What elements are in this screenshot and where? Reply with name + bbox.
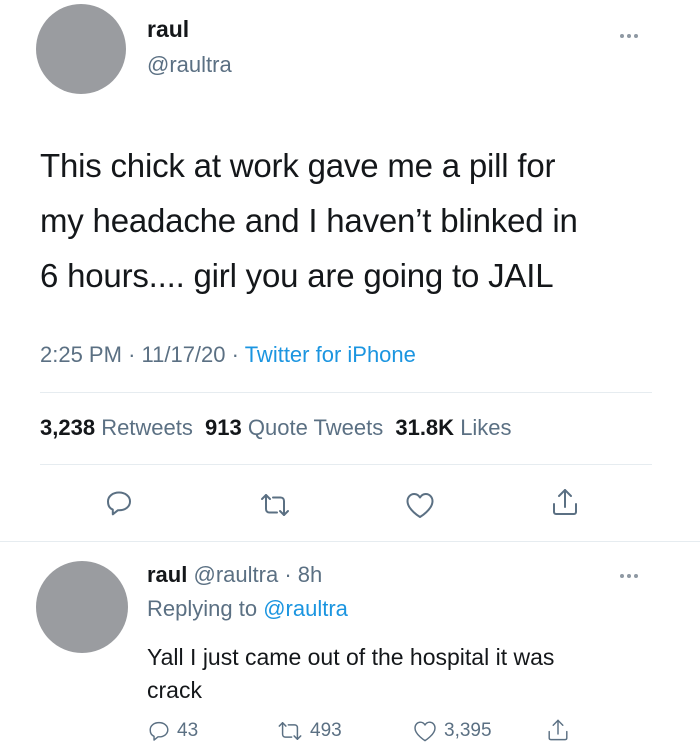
quote-tweets-stat[interactable]: 913 Quote Tweets bbox=[205, 415, 389, 440]
retweet-icon[interactable] bbox=[258, 491, 292, 519]
likes-stat[interactable]: 31.8K Likes bbox=[395, 415, 511, 440]
like-icon[interactable] bbox=[404, 490, 436, 520]
replying-to: Replying to @raultra bbox=[147, 596, 348, 622]
meta-separator: · bbox=[128, 342, 136, 367]
main-tweet-handle[interactable]: @raultra bbox=[147, 52, 232, 78]
reply-tweet-text: Yall I just came out of the hospital it … bbox=[147, 641, 554, 707]
main-tweet-text-line: This chick at work gave me a pill for bbox=[40, 147, 556, 184]
main-tweet-more-icon[interactable] bbox=[620, 34, 638, 38]
reply-tweet-display-name[interactable]: raul bbox=[147, 562, 187, 587]
retweets-stat[interactable]: 3,238 Retweets bbox=[40, 415, 199, 440]
reply-tweet-handle[interactable]: @raultra bbox=[193, 562, 278, 587]
retweet-count: 493 bbox=[310, 720, 342, 741]
retweet-icon bbox=[276, 719, 304, 743]
reply-tweet-age[interactable]: 8h bbox=[298, 562, 322, 587]
likes-count: 31.8K bbox=[395, 415, 455, 440]
divider bbox=[40, 464, 652, 465]
retweets-label: Retweets bbox=[101, 415, 193, 440]
main-tweet-date[interactable]: 11/17/20 bbox=[142, 342, 226, 367]
reply-icon bbox=[147, 719, 171, 743]
quote-tweets-label: Quote Tweets bbox=[247, 415, 384, 440]
share-icon[interactable] bbox=[546, 717, 570, 743]
divider bbox=[0, 541, 700, 542]
main-tweet-time[interactable]: 2:25 PM bbox=[40, 342, 122, 367]
main-tweet-meta: 2:25 PM · 11/17/20 · Twitter for iPhone bbox=[40, 342, 416, 368]
retweets-count: 3,238 bbox=[40, 415, 96, 440]
like-icon bbox=[412, 719, 438, 743]
replying-to-prefix: Replying to bbox=[147, 596, 258, 621]
reply-count: 43 bbox=[177, 720, 199, 741]
likes-label: Likes bbox=[460, 415, 512, 440]
divider bbox=[40, 392, 652, 393]
reply-action-like[interactable]: 3,395 bbox=[412, 719, 492, 743]
reply-tweet-text-line: Yall I just came out of the hospital it … bbox=[147, 644, 555, 670]
reply-action-reply[interactable]: 43 bbox=[147, 719, 198, 743]
reply-action-retweet[interactable]: 493 bbox=[276, 719, 342, 743]
main-tweet-source[interactable]: Twitter for iPhone bbox=[245, 342, 416, 367]
main-tweet-avatar[interactable] bbox=[36, 4, 126, 94]
main-tweet-stats: 3,238 Retweets 913 Quote Tweets 31.8K Li… bbox=[40, 415, 512, 441]
reply-tweet-text-line: crack bbox=[147, 677, 202, 703]
reply-tweet-more-icon[interactable] bbox=[620, 574, 638, 578]
meta-separator: · bbox=[284, 562, 292, 587]
reply-tweet-header: raul @raultra · 8h bbox=[147, 562, 322, 588]
meta-separator: · bbox=[231, 342, 239, 367]
main-tweet-text-line: 6 hours.... girl you are going to JAIL bbox=[40, 257, 554, 294]
main-tweet-text-line: my headache and I haven’t blinked in bbox=[40, 202, 578, 239]
reply-tweet-avatar[interactable] bbox=[36, 561, 128, 653]
quote-tweets-count: 913 bbox=[205, 415, 242, 440]
share-icon[interactable] bbox=[550, 486, 580, 518]
main-tweet-display-name[interactable]: raul bbox=[147, 16, 189, 43]
main-tweet-text: This chick at work gave me a pill for my… bbox=[40, 138, 578, 303]
replying-to-handle[interactable]: @raultra bbox=[263, 596, 348, 621]
like-count: 3,395 bbox=[444, 720, 492, 741]
reply-icon[interactable] bbox=[104, 488, 134, 518]
